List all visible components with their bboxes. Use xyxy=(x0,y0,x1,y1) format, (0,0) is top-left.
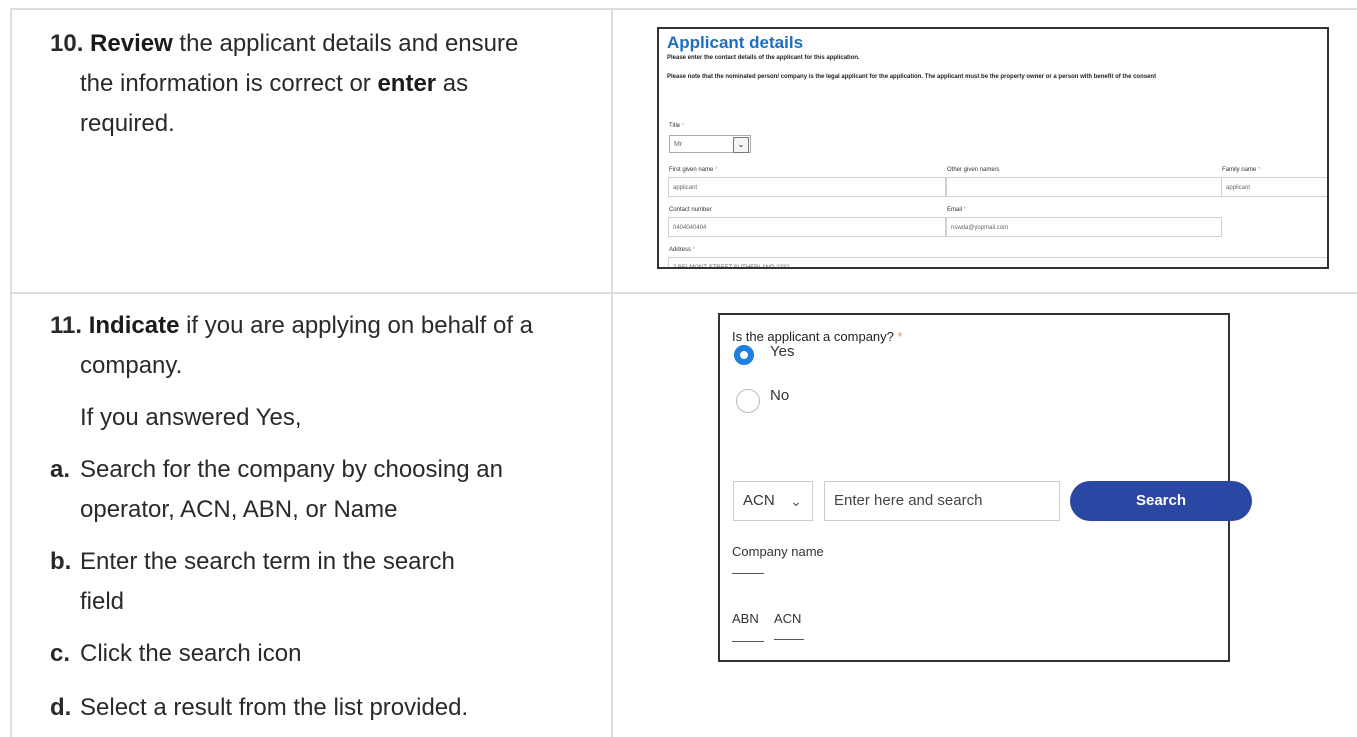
substep-b: b. Enter the search term in the search fi… xyxy=(50,542,455,622)
company-name-label: Company name xyxy=(732,544,824,559)
applicant-details-screenshot: Applicant details Please enter the conta… xyxy=(657,27,1329,269)
family-name-field[interactable]: applicant xyxy=(1221,177,1327,197)
address-field[interactable]: 2 BELMONT STREET SUTHERLAND 2232 xyxy=(668,257,1327,267)
abn-value-placeholder xyxy=(732,641,764,642)
step-text: the information is correct or xyxy=(80,70,378,97)
abn-label: ABN xyxy=(732,611,759,626)
other-names-field[interactable] xyxy=(946,177,1223,197)
no-radio[interactable] xyxy=(736,389,760,413)
step-number: 10. xyxy=(50,30,84,57)
step-text: as xyxy=(436,70,469,97)
contact-number-field[interactable]: 0404040404 xyxy=(668,217,946,237)
substep-c: c. Click the search icon xyxy=(50,634,302,674)
substep-letter: d. xyxy=(50,694,72,721)
other-names-label: Other given name/s xyxy=(947,167,1000,173)
substep-a: a. Search for the company by choosing an … xyxy=(50,450,503,530)
email-label: Email * xyxy=(947,207,967,213)
step-11-instructions: 11. Indicate if you are applying on beha… xyxy=(50,306,533,438)
first-name-field[interactable]: applicant xyxy=(668,177,946,197)
operator-select-value: ACN xyxy=(743,492,775,509)
applicant-details-note: Please note that the nominated person/ c… xyxy=(667,74,1157,80)
first-name-label: First given name * xyxy=(669,167,718,173)
substep-d: d. Select a result from the list provided… xyxy=(50,688,469,728)
operator-select[interactable]: ACN ⌄ xyxy=(733,481,813,521)
yes-radio[interactable] xyxy=(734,345,754,365)
substep-letter: a. xyxy=(50,456,71,483)
search-input[interactable]: Enter here and search xyxy=(824,481,1060,521)
step-text: company. xyxy=(80,352,183,379)
substep-text: field xyxy=(80,588,125,615)
table-top-border xyxy=(10,8,1357,10)
title-label: Title * xyxy=(669,123,685,129)
title-select[interactable]: Mr ⌄ xyxy=(669,135,751,153)
address-label: Address * xyxy=(669,247,696,253)
applicant-details-title: Applicant details xyxy=(667,33,804,52)
company-question-screenshot: Is the applicant a company? * Yes No ACN… xyxy=(718,313,1252,662)
table-row-divider xyxy=(10,292,1357,294)
yes-radio-label[interactable]: Yes xyxy=(770,343,794,360)
substep-text: Search for the company by choosing an xyxy=(80,456,503,483)
table-column-divider xyxy=(611,8,613,737)
step-verb: Indicate xyxy=(88,312,180,339)
substep-text: Enter the search term in the search xyxy=(80,548,455,575)
substep-letter: c. xyxy=(50,640,71,667)
step-10-instructions: 10. Review the applicant details and ens… xyxy=(50,24,518,144)
step-text: if you are applying on behalf of a xyxy=(179,312,533,339)
acn-label: ACN xyxy=(774,611,802,626)
substep-letter: b. xyxy=(50,548,72,575)
chevron-down-icon: ⌄ xyxy=(733,137,749,153)
step-text: the applicant details and ensure xyxy=(172,30,519,57)
acn-value-placeholder xyxy=(774,639,804,640)
step-number: 11. xyxy=(50,312,83,339)
step-verb: enter xyxy=(377,70,437,97)
contact-number-label: Contact number xyxy=(669,207,712,213)
family-name-label: Family name * xyxy=(1222,167,1261,173)
step-text: If you answered Yes, xyxy=(80,404,302,431)
chevron-down-icon: ⌄ xyxy=(790,493,802,509)
substep-text: Click the search icon xyxy=(80,640,302,667)
applicant-details-subtitle: Please enter the contact details of the … xyxy=(667,55,860,61)
table-left-border xyxy=(10,8,12,737)
no-radio-label[interactable]: No xyxy=(770,387,789,404)
step-text: required. xyxy=(80,110,175,137)
substep-text: operator, ACN, ABN, or Name xyxy=(80,496,398,523)
company-name-value-placeholder xyxy=(732,573,764,574)
company-question-label: Is the applicant a company? * xyxy=(732,329,903,344)
step-verb: Review xyxy=(90,30,173,57)
substep-text: Select a result from the list provided. xyxy=(80,694,469,721)
search-button[interactable]: Search xyxy=(1070,481,1252,521)
email-field[interactable]: nswda@yopmail.com xyxy=(946,217,1222,237)
